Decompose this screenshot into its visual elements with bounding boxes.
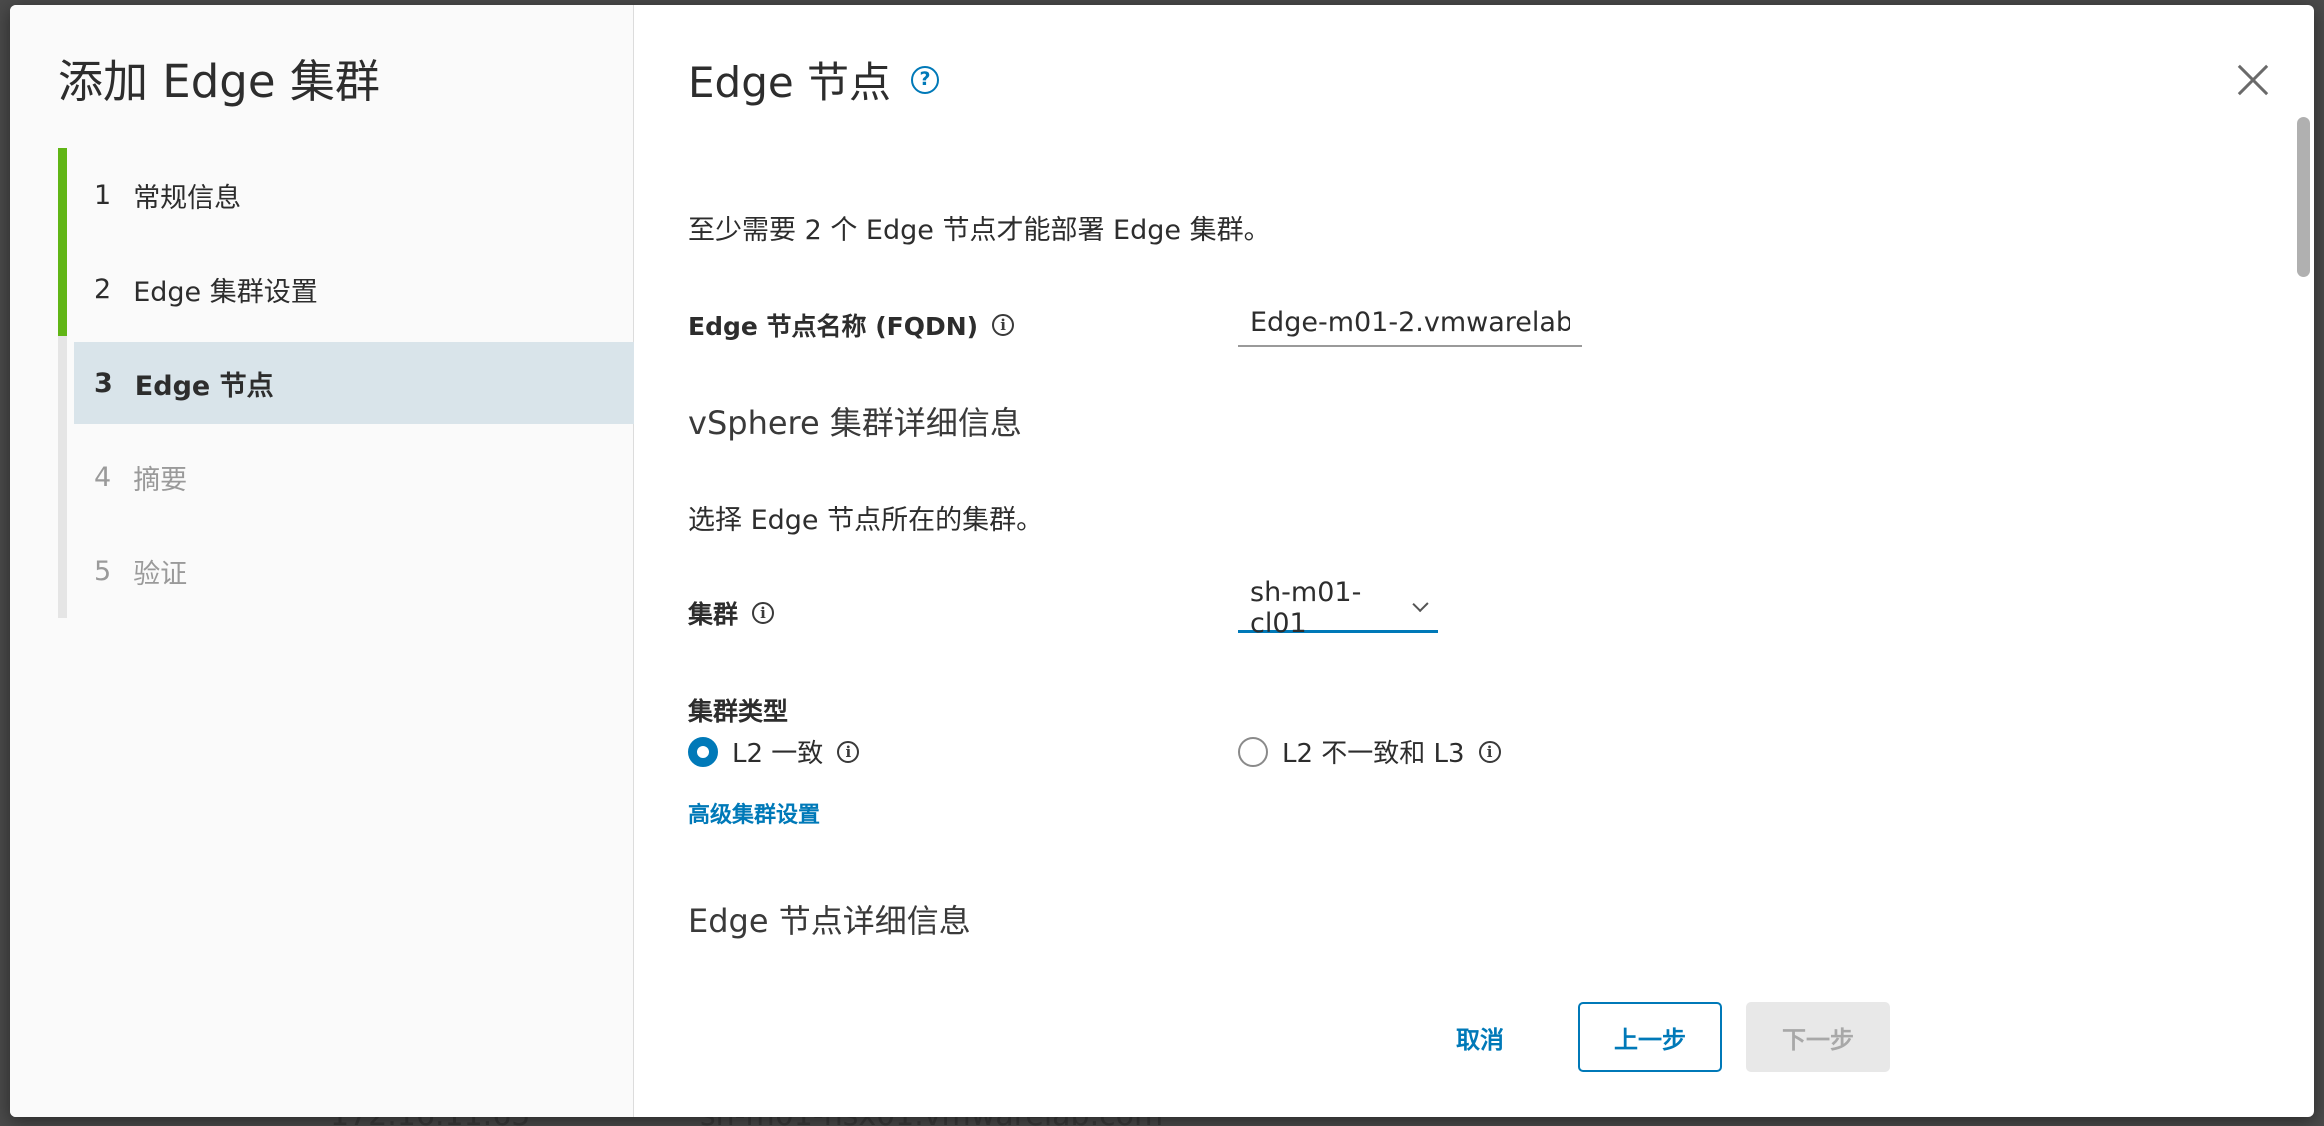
wizard-content: Edge 节点 ? 至少需要 2 个 Edge 节点才能部署 Edge 集群。 … [634, 5, 2314, 1117]
step-label: 验证 [133, 558, 188, 590]
wizard-title: 添加 Edge 集群 [58, 55, 380, 108]
chevron-down-icon [1412, 595, 1429, 612]
back-button[interactable]: 上一步 [1578, 1002, 1722, 1072]
step-indicator [58, 148, 67, 242]
info-icon[interactable]: i [1478, 740, 1501, 763]
fqdn-label: Edge 节点名称 (FQDN) [688, 312, 979, 341]
cancel-button[interactable]: 取消 [1420, 1002, 1540, 1072]
radio-l2-nonuniform-l3[interactable]: L2 不一致和 L3 i [1238, 733, 1501, 770]
next-button: 下一步 [1746, 1002, 1890, 1072]
step-indicator [58, 430, 67, 524]
step-number: 3 [94, 367, 113, 399]
step-number: 4 [94, 461, 112, 493]
step-number: 1 [94, 179, 112, 211]
radio-label: L2 一致 [732, 739, 824, 769]
info-icon[interactable]: i [752, 602, 775, 624]
help-icon[interactable]: ? [911, 65, 940, 94]
fqdn-input[interactable] [1238, 299, 1582, 347]
info-icon[interactable]: i [992, 314, 1015, 336]
step-number: 5 [94, 555, 112, 587]
step-label: Edge 节点 [134, 370, 274, 402]
cluster-select[interactable]: sh-m01-cl01 [1238, 577, 1438, 639]
scrollbar-thumb[interactable] [2297, 117, 2310, 277]
step-indicator [58, 336, 67, 430]
cluster-label: 集群 [688, 600, 739, 629]
close-icon[interactable] [2236, 63, 2270, 97]
page-title-row: Edge 节点 ? [688, 49, 940, 110]
wizard-step-3[interactable]: 3 Edge 节点 [58, 336, 634, 430]
fqdn-label-row: Edge 节点名称 (FQDN) i [688, 307, 1015, 343]
scrollbar[interactable] [2292, 5, 2314, 1117]
step-number: 2 [94, 273, 112, 305]
step-label: Edge 集群设置 [133, 276, 318, 308]
radio-checked[interactable] [688, 736, 718, 767]
wizard-step-1[interactable]: 1 常规信息 [58, 148, 634, 242]
advanced-cluster-settings-link[interactable]: 高级集群设置 [688, 797, 820, 829]
add-edge-cluster-dialog: 添加 Edge 集群 1 常规信息 2 Edge 集群设置 3 Edge 节点 … [10, 5, 2314, 1117]
wizard-step-2[interactable]: 2 Edge 集群设置 [58, 242, 634, 336]
radio-l2-uniform[interactable]: L2 一致 i [688, 733, 860, 770]
info-icon[interactable]: i [837, 740, 860, 763]
cluster-type-label: 集群类型 [688, 697, 789, 726]
vsphere-section-title: vSphere 集群详细信息 [688, 404, 1022, 442]
step-label: 常规信息 [133, 182, 242, 214]
vsphere-description: 选择 Edge 节点所在的集群。 [688, 505, 1044, 536]
node-requirement-text: 至少需要 2 个 Edge 节点才能部署 Edge 集群。 [688, 215, 1271, 246]
cluster-label-row: 集群 i [688, 595, 775, 631]
edge-details-section-title: Edge 节点详细信息 [688, 902, 971, 940]
cluster-select-value: sh-m01-cl01 [1250, 576, 1362, 639]
radio-unchecked[interactable] [1238, 736, 1268, 767]
wizard-step-5: 5 验证 [58, 524, 634, 618]
step-indicator [58, 524, 67, 618]
wizard-sidebar: 添加 Edge 集群 1 常规信息 2 Edge 集群设置 3 Edge 节点 … [10, 5, 634, 1117]
step-indicator [58, 242, 67, 336]
wizard-steps: 1 常规信息 2 Edge 集群设置 3 Edge 节点 4 摘要 5 验证 [58, 148, 634, 618]
page-title: Edge 节点 [688, 58, 892, 107]
radio-label: L2 不一致和 L3 [1282, 739, 1465, 769]
wizard-step-4: 4 摘要 [58, 430, 634, 524]
step-label: 摘要 [133, 464, 188, 496]
